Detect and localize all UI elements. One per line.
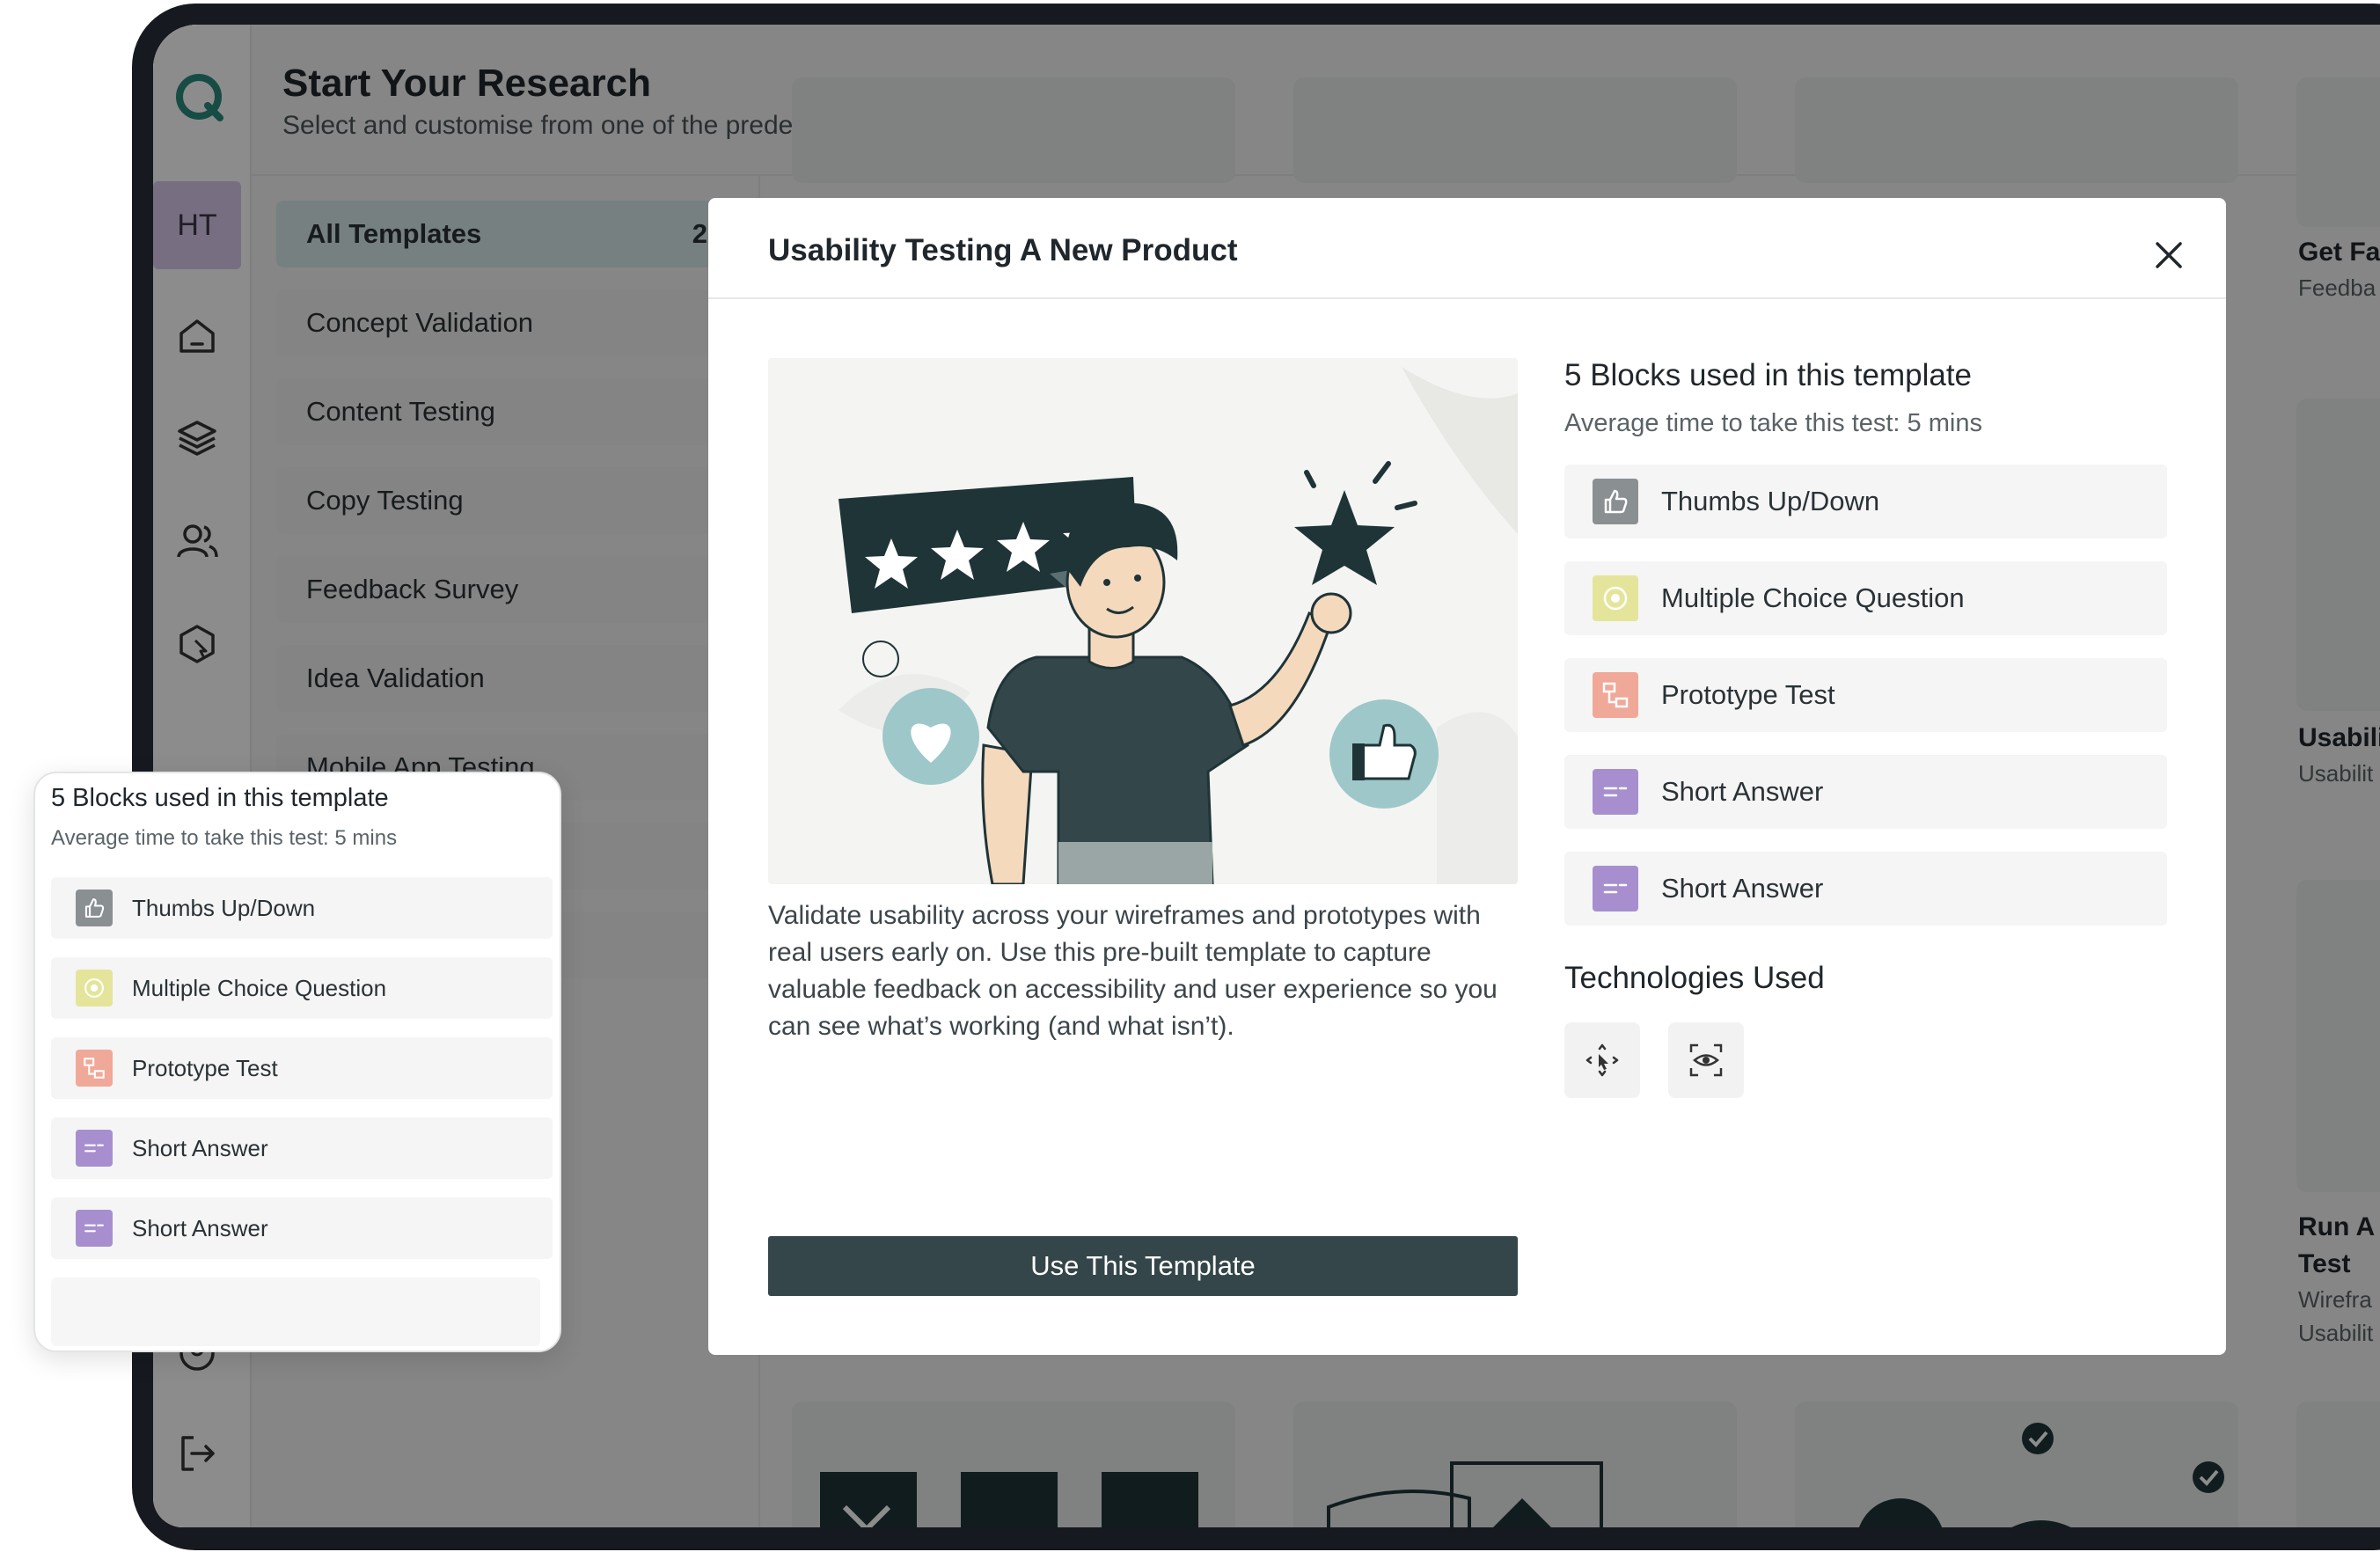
block-label: Multiple Choice Question [132, 974, 387, 1001]
close-icon[interactable] [2149, 235, 2189, 275]
block-label: Short Answer [132, 1214, 268, 1241]
block-item[interactable]: Short Answer [51, 1197, 553, 1259]
prototype-icon [1593, 672, 1638, 718]
block-item[interactable]: Thumbs Up/Down [1564, 465, 2167, 538]
radio-icon [1593, 575, 1638, 621]
block-label: Prototype Test [1661, 679, 1835, 710]
block-item[interactable]: Prototype Test [51, 1037, 553, 1099]
block-item[interactable]: Short Answer [1564, 852, 2167, 926]
floating-title: 5 Blocks used in this template [51, 784, 389, 812]
thumbs-up-icon [1593, 479, 1638, 524]
modal-title: Usability Testing A New Product [768, 233, 1238, 267]
template-preview-modal: Usability Testing A New Product Validate… [708, 198, 2226, 1355]
floating-blocks-card: 5 Blocks used in this template Average t… [33, 772, 561, 1352]
block-label: Thumbs Up/Down [1661, 486, 1880, 516]
short-answer-icon [76, 1130, 113, 1167]
block-label: Thumbs Up/Down [132, 894, 316, 921]
blocks-title: 5 Blocks used in this template [1564, 358, 1973, 392]
block-item[interactable]: Short Answer [51, 1117, 553, 1179]
block-label: Short Answer [1661, 873, 1824, 904]
eye-tracking-icon[interactable] [1668, 1022, 1744, 1098]
block-label: Multiple Choice Question [1661, 582, 1965, 613]
short-answer-icon [1593, 866, 1638, 911]
floating-empty-slot [51, 1277, 540, 1346]
block-label: Short Answer [1661, 776, 1824, 807]
block-item[interactable]: Short Answer [1564, 755, 2167, 829]
short-answer-icon [1593, 769, 1638, 815]
block-item[interactable]: Multiple Choice Question [1564, 561, 2167, 635]
move-cursor-icon[interactable] [1564, 1022, 1640, 1098]
short-answer-icon [76, 1210, 113, 1247]
thumbs-up-icon [76, 889, 113, 926]
block-label: Prototype Test [132, 1054, 278, 1081]
technologies-row [1564, 1022, 2167, 1098]
radio-icon [76, 970, 113, 1007]
template-illustration [768, 358, 1518, 884]
floating-subtitle: Average time to take this test: 5 mins [51, 826, 398, 850]
template-description: Validate usability across your wireframe… [768, 901, 1498, 1041]
floating-block-list: Thumbs Up/Down Multiple Choice Question … [51, 877, 553, 1277]
use-template-button[interactable]: Use This Template [768, 1236, 1518, 1296]
person-rating-illustration-icon [838, 367, 1518, 884]
block-label: Short Answer [132, 1134, 268, 1161]
technologies-title: Technologies Used [1564, 961, 1825, 995]
blocks-subtitle: Average time to take this test: 5 mins [1564, 409, 1982, 437]
block-item[interactable]: Thumbs Up/Down [51, 877, 553, 939]
blocks-panel: 5 Blocks used in this template Average t… [1564, 358, 2167, 1098]
modal-divider [708, 297, 2226, 299]
block-item[interactable]: Multiple Choice Question [51, 957, 553, 1019]
prototype-icon [76, 1050, 113, 1087]
block-item[interactable]: Prototype Test [1564, 658, 2167, 732]
